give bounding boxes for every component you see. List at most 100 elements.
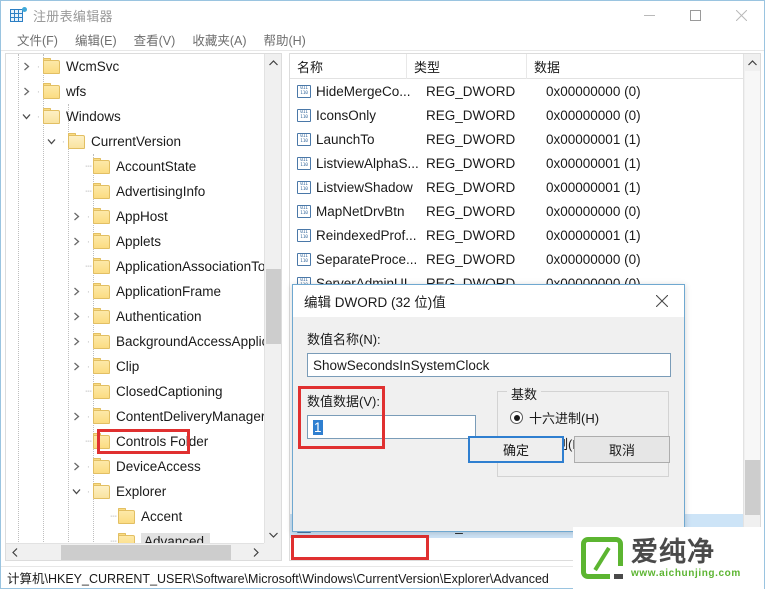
table-row[interactable]: 011 110 HideMergeCo... REG_DWORD 0x00000000 … xyxy=(290,79,745,103)
value-name-input[interactable]: ShowSecondsInSystemClock xyxy=(307,353,671,377)
scroll-left-icon[interactable] xyxy=(6,544,23,560)
table-row[interactable]: 011 110 LaunchTo REG_DWORD 0x00000001 (1) xyxy=(290,127,745,151)
radio-hexadecimal[interactable]: 十六进制(H) xyxy=(510,408,656,427)
chevron-right-icon[interactable] xyxy=(68,204,84,229)
tree-node-currentversion[interactable]: · CurrentVersion xyxy=(6,129,264,154)
tree-node-label: ApplicationAssociationToast xyxy=(116,259,264,274)
chevron-right-icon[interactable] xyxy=(18,54,34,79)
tree-leaf-connector xyxy=(93,529,109,544)
value-data: 0x00000001 (1) xyxy=(546,131,641,147)
value-name: HideMergeCo... xyxy=(316,83,411,99)
dialog-columns: 数值数据(V): 1 基数 十六进制(H) 十进制(D) xyxy=(307,384,670,477)
column-header-name[interactable]: 名称 xyxy=(290,54,407,79)
menu-help[interactable]: 帮助(H) xyxy=(255,28,314,51)
tree-node-deviceaccess[interactable]: · DeviceAccess xyxy=(6,454,264,479)
list-vertical-scrollbar[interactable] xyxy=(743,54,760,560)
table-row[interactable]: 011 110 ListviewAlphaS... REG_DWORD 0x000000… xyxy=(290,151,745,175)
value-name: ReindexedProf... xyxy=(316,227,417,243)
tree-node-applicationassociationtoast[interactable]: ┄ ApplicationAssociationToast xyxy=(6,254,264,279)
chevron-down-icon[interactable] xyxy=(18,104,34,129)
dialog-close-button[interactable] xyxy=(640,285,684,317)
column-header-type[interactable]: 类型 xyxy=(407,54,527,79)
tree-node-label: CurrentVersion xyxy=(91,134,182,149)
tree-node-label: AccountState xyxy=(116,159,197,174)
chevron-down-icon[interactable] xyxy=(68,479,84,504)
tree-leaf-connector xyxy=(68,254,84,279)
value-name-label: 数值名称(N): xyxy=(307,332,381,347)
scroll-down-icon[interactable] xyxy=(265,526,281,543)
list-scroll-thumb[interactable] xyxy=(745,460,760,515)
value-data-column: 数值数据(V): 1 xyxy=(307,391,497,477)
table-row[interactable]: 011 110 ListviewShadow REG_DWORD 0x00000001 … xyxy=(290,175,745,199)
menu-edit[interactable]: 编辑(E) xyxy=(67,28,126,51)
tree-node-applets[interactable]: · Applets xyxy=(6,229,264,254)
chevron-right-icon[interactable] xyxy=(68,229,84,254)
tree-connector: ┄ xyxy=(85,261,92,273)
close-button[interactable] xyxy=(718,1,764,29)
chevron-right-icon[interactable] xyxy=(68,454,84,479)
tree-node-accountstate[interactable]: ┄ AccountState xyxy=(6,154,264,179)
registry-tree[interactable]: · WcmSvc · wfs · Windows · CurrentVersion ┄ Accou… xyxy=(6,54,264,544)
menu-view[interactable]: 查看(V) xyxy=(126,28,185,51)
tree-node-apphost[interactable]: · AppHost xyxy=(6,204,264,229)
ok-button[interactable]: 确定 xyxy=(468,436,564,463)
chevron-right-icon[interactable] xyxy=(68,329,84,354)
tree-hscroll-thumb[interactable] xyxy=(61,545,231,560)
tree-node-wfs[interactable]: · wfs xyxy=(6,79,264,104)
tree-node-closedcaptioning[interactable]: ┄ ClosedCaptioning xyxy=(6,379,264,404)
chevron-down-icon[interactable] xyxy=(43,129,59,154)
tree-node-clip[interactable]: · Clip xyxy=(6,354,264,379)
chevron-right-icon[interactable] xyxy=(68,279,84,304)
cancel-button[interactable]: 取消 xyxy=(574,436,670,463)
scroll-right-icon[interactable] xyxy=(247,544,264,560)
tree-node-accent[interactable]: ┄ Accent xyxy=(6,504,264,529)
tree-node-advertisinginfo[interactable]: ┄ AdvertisingInfo xyxy=(6,179,264,204)
radio-hexadecimal-label: 十六进制(H) xyxy=(529,411,600,426)
folder-icon xyxy=(93,257,110,274)
tree-node-wcmsvc[interactable]: · WcmSvc xyxy=(6,54,264,79)
chevron-right-icon[interactable] xyxy=(68,354,84,379)
value-name-input-text: ShowSecondsInSystemClock xyxy=(313,357,490,373)
table-row[interactable]: 011 110 ReindexedProf... REG_DWORD 0x0000000… xyxy=(290,223,745,247)
minimize-button[interactable] xyxy=(626,1,672,29)
tree-node-advanced[interactable]: ┄ Advanced xyxy=(6,529,264,544)
tree-node-applicationframe[interactable]: · ApplicationFrame xyxy=(6,279,264,304)
tree-node-windows[interactable]: · Windows xyxy=(6,104,264,129)
tree-node-backgroundaccessapplicati[interactable]: · BackgroundAccessApplicati xyxy=(6,329,264,354)
tree-node-controls-folder[interactable]: ┄ Controls Folder xyxy=(6,429,264,454)
folder-icon xyxy=(93,332,110,349)
tree-node-explorer[interactable]: · Explorer xyxy=(6,479,264,504)
folder-icon xyxy=(93,157,110,174)
tree-vertical-scrollbar[interactable] xyxy=(264,54,281,543)
tree-scroll-thumb[interactable] xyxy=(266,269,281,344)
folder-icon xyxy=(93,432,110,449)
maximize-button[interactable] xyxy=(672,1,718,29)
value-name: MapNetDrvBtn xyxy=(316,203,405,219)
tree-connector: · xyxy=(86,485,91,498)
chevron-right-icon[interactable] xyxy=(18,79,34,104)
scroll-up-icon[interactable] xyxy=(265,54,281,71)
menu-favorites[interactable]: 收藏夹(A) xyxy=(184,28,255,51)
value-data-input[interactable]: 1 xyxy=(307,415,476,439)
tree-node-label: wfs xyxy=(66,84,87,99)
table-row[interactable]: 011 110 MapNetDrvBtn REG_DWORD 0x00000000 (0… xyxy=(290,199,745,223)
tree-node-label: Applets xyxy=(116,234,162,249)
tree-node-authentication[interactable]: · Authentication xyxy=(6,304,264,329)
tree-node-label: Explorer xyxy=(116,484,167,499)
chevron-right-icon[interactable] xyxy=(68,304,84,329)
radio-hexadecimal-indicator xyxy=(510,411,523,424)
registry-tree-panel[interactable]: · WcmSvc · wfs · Windows · CurrentVersion ┄ Accou… xyxy=(5,53,282,561)
dword-icon: 011110 xyxy=(297,252,311,266)
tree-horizontal-scrollbar[interactable] xyxy=(6,543,264,560)
list-scroll-up-icon[interactable] xyxy=(744,54,760,71)
value-data: 0x00000000 (0) xyxy=(546,251,641,267)
watermark-brand: 爱纯净 xyxy=(631,537,715,567)
tree-node-label: ContentDeliveryManager xyxy=(116,409,264,424)
column-header-data[interactable]: 数据 xyxy=(527,54,745,79)
table-row[interactable]: 011 110 SeparateProce... REG_DWORD 0x0000000… xyxy=(290,247,745,271)
tree-node-contentdeliverymanager[interactable]: · ContentDeliveryManager xyxy=(6,404,264,429)
list-scroll-track[interactable] xyxy=(745,71,760,471)
chevron-right-icon[interactable] xyxy=(68,404,84,429)
menu-file[interactable]: 文件(F) xyxy=(9,28,67,51)
table-row[interactable]: 011 110 IconsOnly REG_DWORD 0x00000000 (0) xyxy=(290,103,745,127)
